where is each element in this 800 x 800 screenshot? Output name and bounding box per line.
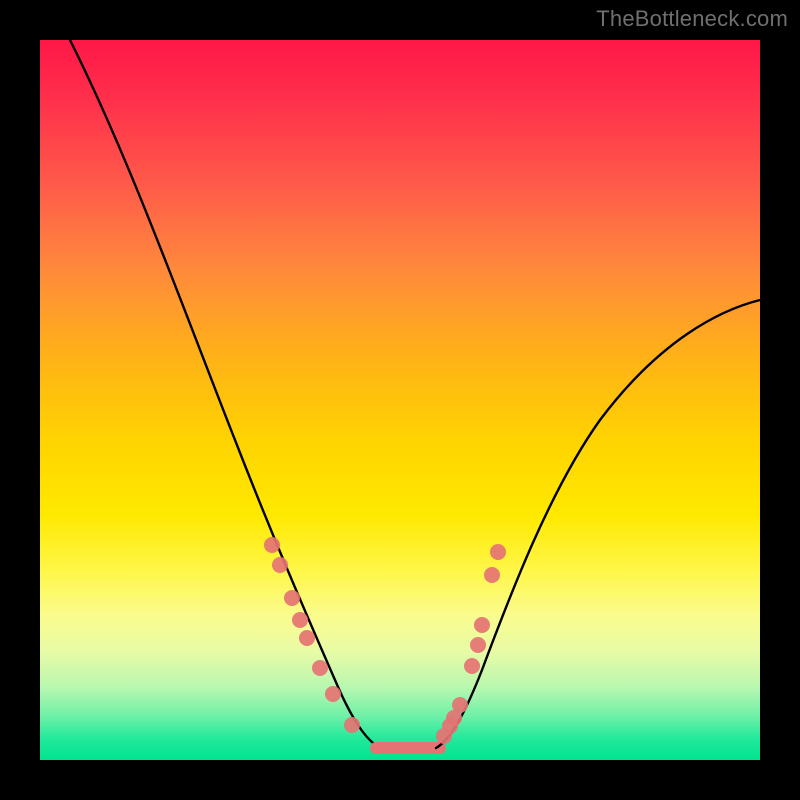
marker-dot: [299, 630, 315, 646]
marker-dot: [312, 660, 328, 676]
chart-stage: TheBottleneck.com: [0, 0, 800, 800]
marker-dot: [484, 567, 500, 583]
marker-dot: [490, 544, 506, 560]
plot-area: [40, 40, 760, 760]
marker-dot: [325, 686, 341, 702]
marker-dot: [344, 717, 360, 733]
marker-dot: [464, 658, 480, 674]
curve-left: [70, 40, 380, 748]
marker-dot: [470, 637, 486, 653]
marker-dot: [264, 537, 280, 553]
curve-svg: [40, 40, 760, 760]
marker-dot: [272, 557, 288, 573]
marker-dot: [474, 617, 490, 633]
marker-dot: [452, 697, 468, 713]
marker-dot: [284, 590, 300, 606]
marker-dot: [292, 612, 308, 628]
watermark-text: TheBottleneck.com: [596, 6, 788, 32]
curve-right: [436, 300, 760, 748]
